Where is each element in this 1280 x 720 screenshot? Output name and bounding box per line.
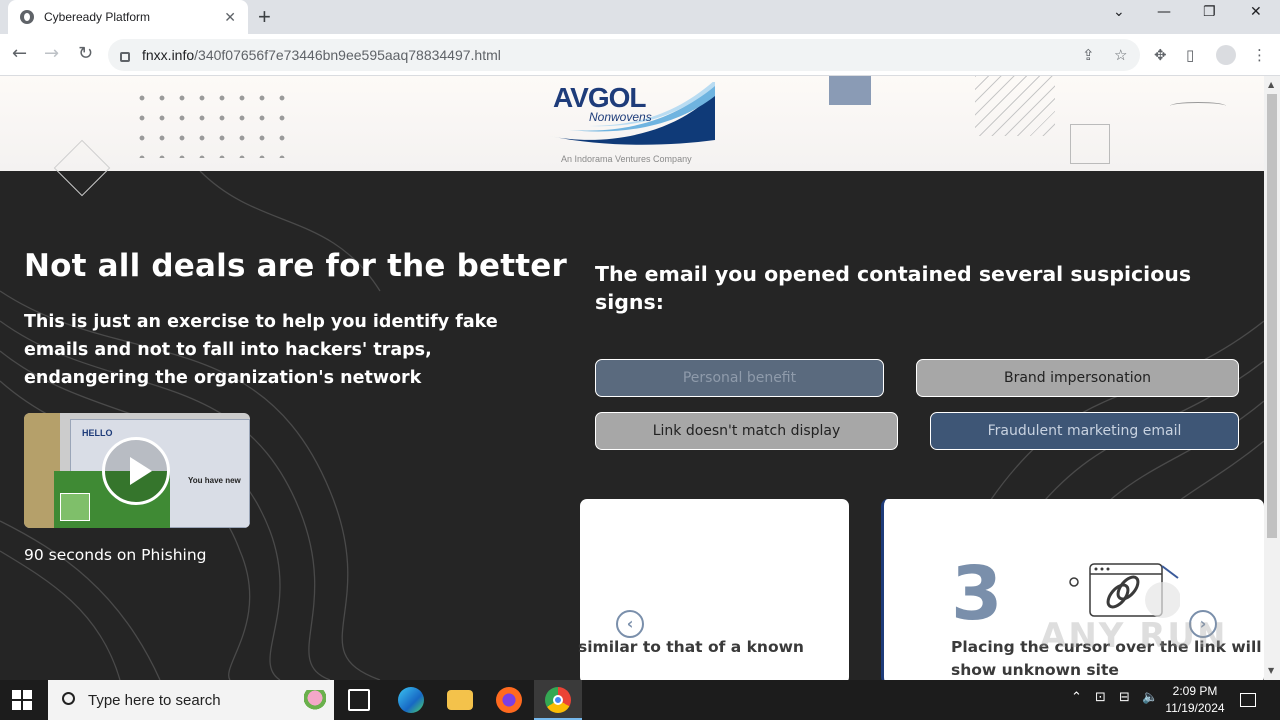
page-subtitle: This is just an exercise to help you ide… <box>24 312 498 388</box>
side-panel-icon[interactable]: ▯ <box>1186 46 1194 64</box>
task-view-icon[interactable] <box>348 689 370 711</box>
new-tab-button[interactable]: + <box>258 4 271 30</box>
volume-icon[interactable]: 🔈 <box>1142 690 1158 705</box>
clock-date: 11/19/2024 <box>1165 701 1225 715</box>
person-icon <box>60 493 90 521</box>
decorative-dots <box>132 88 292 158</box>
restore-button[interactable]: ❐ <box>1203 4 1216 20</box>
globe-icon <box>20 10 34 24</box>
taskbar-search-box[interactable]: Type here to search <box>48 680 334 720</box>
lock-icon[interactable] <box>120 52 130 62</box>
search-icon <box>62 692 75 705</box>
thumb-hello-text: HELLO <box>82 428 113 438</box>
menu-kebab-icon[interactable]: ⋮ <box>1252 46 1267 64</box>
lotus-icon <box>304 690 326 710</box>
tab-search-icon[interactable]: ⌄ <box>1113 4 1125 20</box>
windows-start-icon[interactable] <box>12 690 32 710</box>
browser-toolbar: ← → ↻ fnxx.info /340f07656f7e73446bn9ee5… <box>0 34 1280 76</box>
scrollbar-thumb[interactable] <box>1267 94 1277 538</box>
bookmark-star-icon[interactable]: ☆ <box>1114 46 1127 64</box>
tip-card-previous-text: similar to that of a known <box>578 638 804 656</box>
play-icon[interactable] <box>102 437 170 505</box>
header-banner: AVGOL Nonwovens An Indorama Ventures Com… <box>0 76 1264 197</box>
taskbar-clock[interactable]: 2:09 PM 11/19/2024 <box>1160 683 1230 717</box>
chrome-icon-center <box>553 695 563 705</box>
taskbar-search-placeholder: Type here to search <box>88 691 221 709</box>
chrome-taskbar-button[interactable] <box>534 680 582 720</box>
carousel-prev-button[interactable]: ‹ <box>616 610 644 638</box>
suspicious-signs-heading: The email you opened contained several s… <box>595 262 1192 314</box>
share-icon[interactable]: ⇪ <box>1082 46 1095 64</box>
network-icon[interactable]: ⊟ <box>1119 690 1130 705</box>
avgol-logo: AVGOL Nonwovens An Indorama Ventures Com… <box>549 82 719 168</box>
browser-tab[interactable]: Cybeready Platform ✕ <box>8 0 248 34</box>
url-path: /340f07656f7e73446bn9ee595aaq78834497.ht… <box>194 47 501 63</box>
video-thumbnail[interactable]: HELLO You have new <box>24 413 250 528</box>
tab-bar: Cybeready Platform ✕ + ⌄ — ❐ ✕ <box>0 0 1280 34</box>
page-title: Not all deals are for the better <box>24 248 567 284</box>
edge-icon[interactable] <box>398 687 424 713</box>
logo-sub: Nonwovens <box>589 110 652 124</box>
windows-taskbar: Type here to search ⌃ ⊡ ⊟ 🔈 2:09 PM 11/1… <box>0 680 1280 720</box>
tab-title: Cybeready Platform <box>44 10 151 24</box>
profile-avatar-icon[interactable] <box>1216 45 1236 65</box>
minimize-button[interactable]: — <box>1157 4 1171 20</box>
extensions-icon[interactable]: ✥ <box>1154 46 1167 64</box>
firefox-icon[interactable] <box>496 687 522 713</box>
sign-link-mismatch[interactable]: Link doesn't match display <box>595 412 898 450</box>
thumb-have-new-text: You have new <box>188 476 241 485</box>
page-content: AVGOL Nonwovens An Indorama Ventures Com… <box>0 76 1264 680</box>
decorative-wave <box>1170 102 1226 110</box>
file-explorer-icon[interactable] <box>447 690 473 710</box>
anyrun-watermark: ANY RUN <box>1040 616 1228 656</box>
clock-time: 2:09 PM <box>1172 684 1218 698</box>
forward-arrow-icon[interactable]: → <box>44 43 59 64</box>
url-host: fnxx.info <box>142 47 195 63</box>
decorative-lines <box>975 76 1055 136</box>
reload-icon[interactable]: ↻ <box>78 43 93 64</box>
decorative-square <box>829 76 871 105</box>
sign-brand-impersonation[interactable]: Brand impersonation <box>916 359 1239 397</box>
sign-personal-benefit[interactable]: Personal benefit <box>595 359 884 397</box>
tray-device-icon[interactable]: ⊡ <box>1095 690 1106 705</box>
sign-fraudulent-marketing[interactable]: Fraudulent marketing email <box>930 412 1239 450</box>
back-arrow-icon[interactable]: ← <box>12 43 27 64</box>
scroll-up-arrow-icon[interactable]: ▲ <box>1268 80 1274 89</box>
decorative-outline-square <box>1070 124 1110 164</box>
page-scrollbar[interactable]: ▲ ▼ <box>1264 76 1280 680</box>
tab-close-icon[interactable]: ✕ <box>224 9 236 26</box>
scroll-down-arrow-icon[interactable]: ▼ <box>1268 666 1274 675</box>
address-bar[interactable]: fnxx.info /340f07656f7e73446bn9ee595aaq7… <box>108 39 1140 71</box>
tip-card-number: 3 <box>951 551 1003 637</box>
tray-chevron-icon[interactable]: ⌃ <box>1071 690 1082 705</box>
close-window-button[interactable]: ✕ <box>1250 4 1262 20</box>
video-caption[interactable]: 90 seconds on Phishing <box>24 546 207 564</box>
logo-tagline: An Indorama Ventures Company <box>561 154 692 164</box>
notifications-icon[interactable] <box>1240 693 1256 707</box>
